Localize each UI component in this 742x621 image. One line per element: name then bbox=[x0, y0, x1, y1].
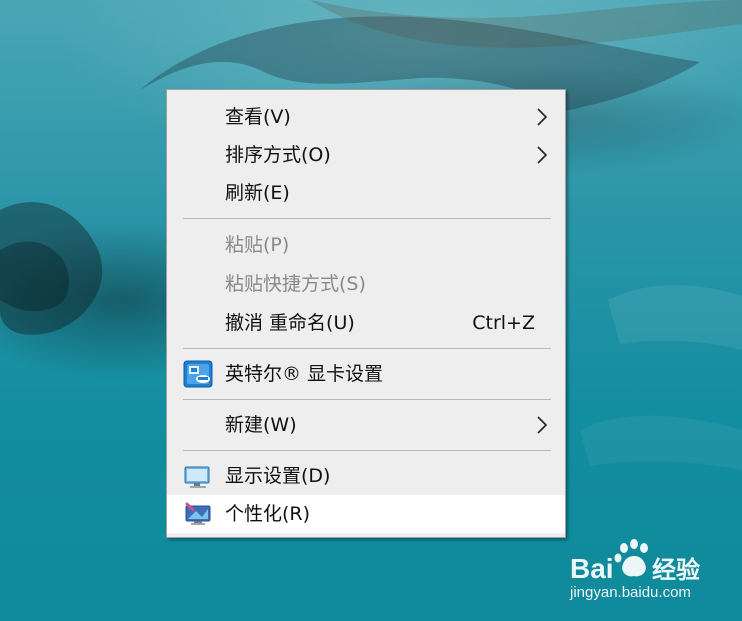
menu-item-label: 粘贴快捷方式(S) bbox=[225, 273, 366, 295]
svg-text:经验: 经验 bbox=[652, 556, 700, 584]
menu-item-sort-by[interactable]: 排序方式(O) bbox=[167, 136, 565, 174]
menu-item-label: 排序方式(O) bbox=[225, 144, 331, 166]
menu-item-view[interactable]: 查看(V) bbox=[167, 98, 565, 136]
svg-text:Bai: Bai bbox=[570, 553, 614, 584]
chevron-right-icon bbox=[537, 146, 548, 164]
menu-item-label: 粘贴(P) bbox=[225, 234, 290, 256]
menu-item-label: 刷新(E) bbox=[225, 182, 290, 204]
display-settings-icon bbox=[184, 466, 210, 488]
menu-item-label: 个性化(R) bbox=[225, 503, 311, 525]
baidu-logo-icon: Bai 经验 bbox=[570, 539, 700, 584]
menu-item-label: 查看(V) bbox=[225, 106, 291, 128]
menu-item-shortcut: Ctrl+Z bbox=[472, 312, 535, 334]
menu-separator bbox=[183, 399, 551, 400]
personalize-icon bbox=[185, 502, 211, 525]
menu-separator bbox=[183, 218, 551, 219]
menu-item-undo-rename[interactable]: 撤消 重命名(U) Ctrl+Z bbox=[167, 304, 565, 342]
menu-item-label: 撤消 重命名(U) bbox=[225, 312, 355, 334]
intel-graphics-icon bbox=[183, 360, 213, 388]
menu-item-personalize[interactable]: 个性化(R) bbox=[167, 495, 565, 533]
menu-item-paste: 粘贴(P) bbox=[167, 226, 565, 264]
menu-item-label: 显示设置(D) bbox=[225, 465, 331, 487]
menu-item-new[interactable]: 新建(W) bbox=[167, 406, 565, 444]
menu-item-paste-shortcut: 粘贴快捷方式(S) bbox=[167, 265, 565, 303]
desktop-context-menu: 查看(V) 排序方式(O) 刷新(E) 粘贴(P) 粘贴快捷方式(S) 撤消 重… bbox=[166, 89, 566, 538]
menu-item-label: 新建(W) bbox=[225, 414, 297, 436]
menu-item-intel-graphics[interactable]: 英特尔® 显卡设置 bbox=[167, 355, 565, 393]
baidu-jingyan-watermark: Bai 经验 jingyan.baidu.com bbox=[566, 538, 736, 610]
menu-separator bbox=[183, 450, 551, 451]
menu-item-label: 英特尔® 显卡设置 bbox=[225, 363, 384, 385]
chevron-right-icon bbox=[537, 416, 548, 434]
menu-item-display-settings[interactable]: 显示设置(D) bbox=[167, 457, 565, 495]
watermark-site-text: jingyan.baidu.com bbox=[570, 584, 691, 601]
chevron-right-icon bbox=[537, 108, 548, 126]
menu-item-refresh[interactable]: 刷新(E) bbox=[167, 174, 565, 212]
menu-separator bbox=[183, 348, 551, 349]
